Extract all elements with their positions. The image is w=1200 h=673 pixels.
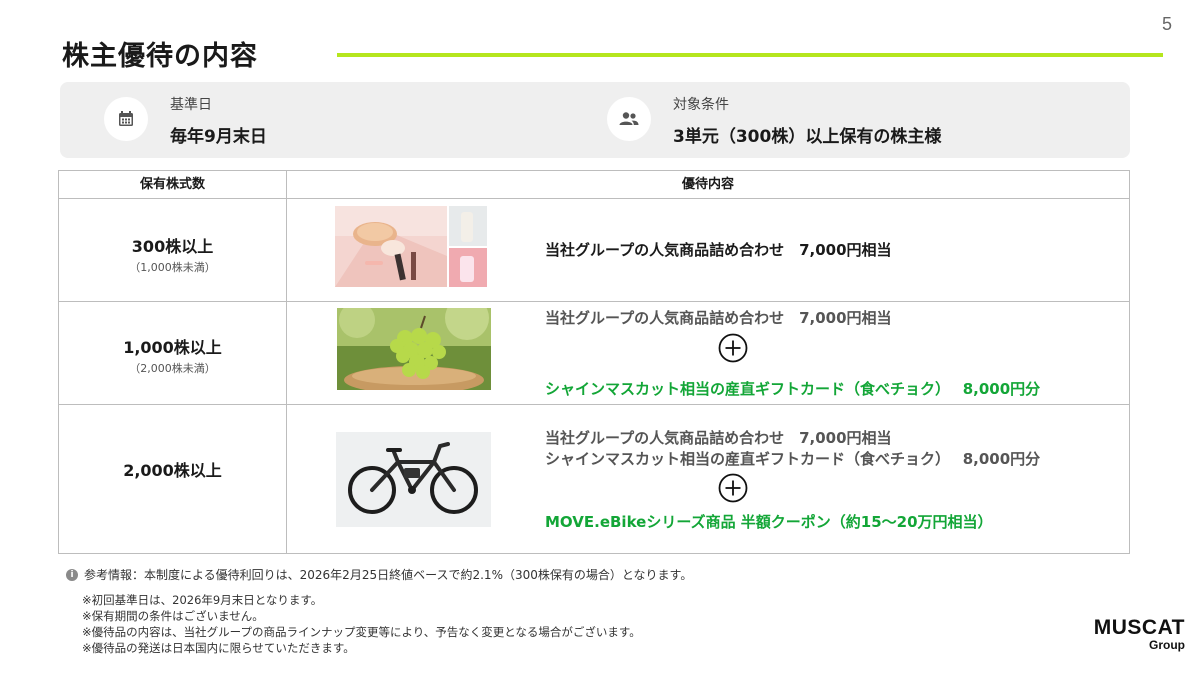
page-number: 5 [1161, 14, 1172, 34]
info-box: 基準日 毎年9月末日 対象条件 3単元（300株）以上保有の株主様 [60, 82, 1130, 158]
eligibility-value: 3単元（300株）以上保有の株主様 [673, 127, 942, 147]
base-date-label: 基準日 [170, 97, 212, 113]
calendar-icon-circle [104, 97, 148, 141]
eligibility-label: 対象条件 [673, 97, 729, 113]
note-item: ※保有期間の条件はございません。 [82, 609, 264, 623]
info-icon: i [66, 568, 78, 581]
benefit-text: 当社グループの人気商品詰め合わせ 7,000円相当 [545, 309, 892, 327]
qty-sub: （2,000株未満） [129, 362, 216, 375]
reference-note: i 参考情報：本制度による優待利回りは、2026年2月25日終値ベースで約2.1… [66, 566, 692, 583]
benefit-text-highlight: MOVE.eBikeシリーズ商品 半額クーポン（約15～20万円相当） [545, 513, 993, 531]
calendar-icon [119, 111, 133, 126]
qty-main: 2,000株以上 [123, 461, 222, 480]
table-row: 1,000株以上 （2,000株未満） 当社グループの人気商品詰め合わせ 7,0… [59, 302, 1129, 405]
eligibility-item: 対象条件 3単元（300株）以上保有の株主様 [605, 82, 1125, 158]
qty-cell: 1,000株以上 （2,000株未満） [59, 334, 286, 376]
cosmetics-image [335, 206, 487, 287]
benefit-text: シャインマスカット相当の産直ギフトカード（食べチョク） 8,000円分 [545, 450, 1041, 468]
header-benefits: 優待内容 [681, 177, 734, 192]
header-holdings: 保有株式数 [139, 177, 205, 192]
qty-sub: （1,000株未満） [129, 261, 216, 274]
note-item: ※優待品の内容は、当社グループの商品ラインナップ変更等により、予告なく変更となる… [82, 625, 641, 639]
plus-circle-icon [718, 333, 748, 363]
qty-cell: 2,000株以上 [59, 457, 286, 481]
logo-sub: Group [1149, 638, 1185, 652]
note-item: ※優待品の発送は日本国内に限らせていただきます。 [82, 641, 355, 655]
benefit-text-highlight: シャインマスカット相当の産直ギフトカード（食べチョク） 8,000円分 [545, 380, 1041, 398]
benefits-table: 保有株式数 優待内容 300株以上 （1,000株未満） 当社グループの人気商品… [58, 170, 1130, 554]
qty-cell: 300株以上 （1,000株未満） [59, 233, 286, 275]
grapes-image [337, 308, 491, 390]
base-date-value: 毎年9月末日 [170, 127, 267, 147]
page-title: 株主優待の内容 [62, 41, 258, 72]
people-icon [619, 112, 639, 125]
note-item: ※初回基準日は、2026年9月末日となります。 [82, 593, 323, 607]
logo-main: MUSCAT [1093, 616, 1185, 639]
table-header: 保有株式数 優待内容 [59, 171, 1129, 199]
ebike-image [336, 432, 491, 527]
reference-note-text: 参考情報：本制度による優待利回りは、2026年2月25日終値ベースで約2.1%（… [84, 568, 693, 582]
base-date-item: 基準日 毎年9月末日 [60, 82, 560, 158]
table-row: 2,000株以上 当社グループの人気商品詰め合わせ 7,000円相当 シャインマ… [59, 405, 1129, 553]
title-accent-line [337, 53, 1163, 57]
qty-main: 300株以上 [131, 237, 214, 256]
people-icon-circle [607, 97, 651, 141]
notes-list: ※初回基準日は、2026年9月末日となります。 ※保有期間の条件はございません。… [82, 592, 641, 656]
qty-main: 1,000株以上 [123, 338, 222, 357]
benefit-text: 当社グループの人気商品詰め合わせ 7,000円相当 [545, 241, 892, 259]
company-logo: MUSCAT Group [1085, 616, 1185, 652]
table-row: 300株以上 （1,000株未満） 当社グループの人気商品詰め合わせ 7,000… [59, 199, 1129, 302]
benefit-text: 当社グループの人気商品詰め合わせ 7,000円相当 [545, 429, 892, 447]
plus-circle-icon [718, 473, 748, 503]
